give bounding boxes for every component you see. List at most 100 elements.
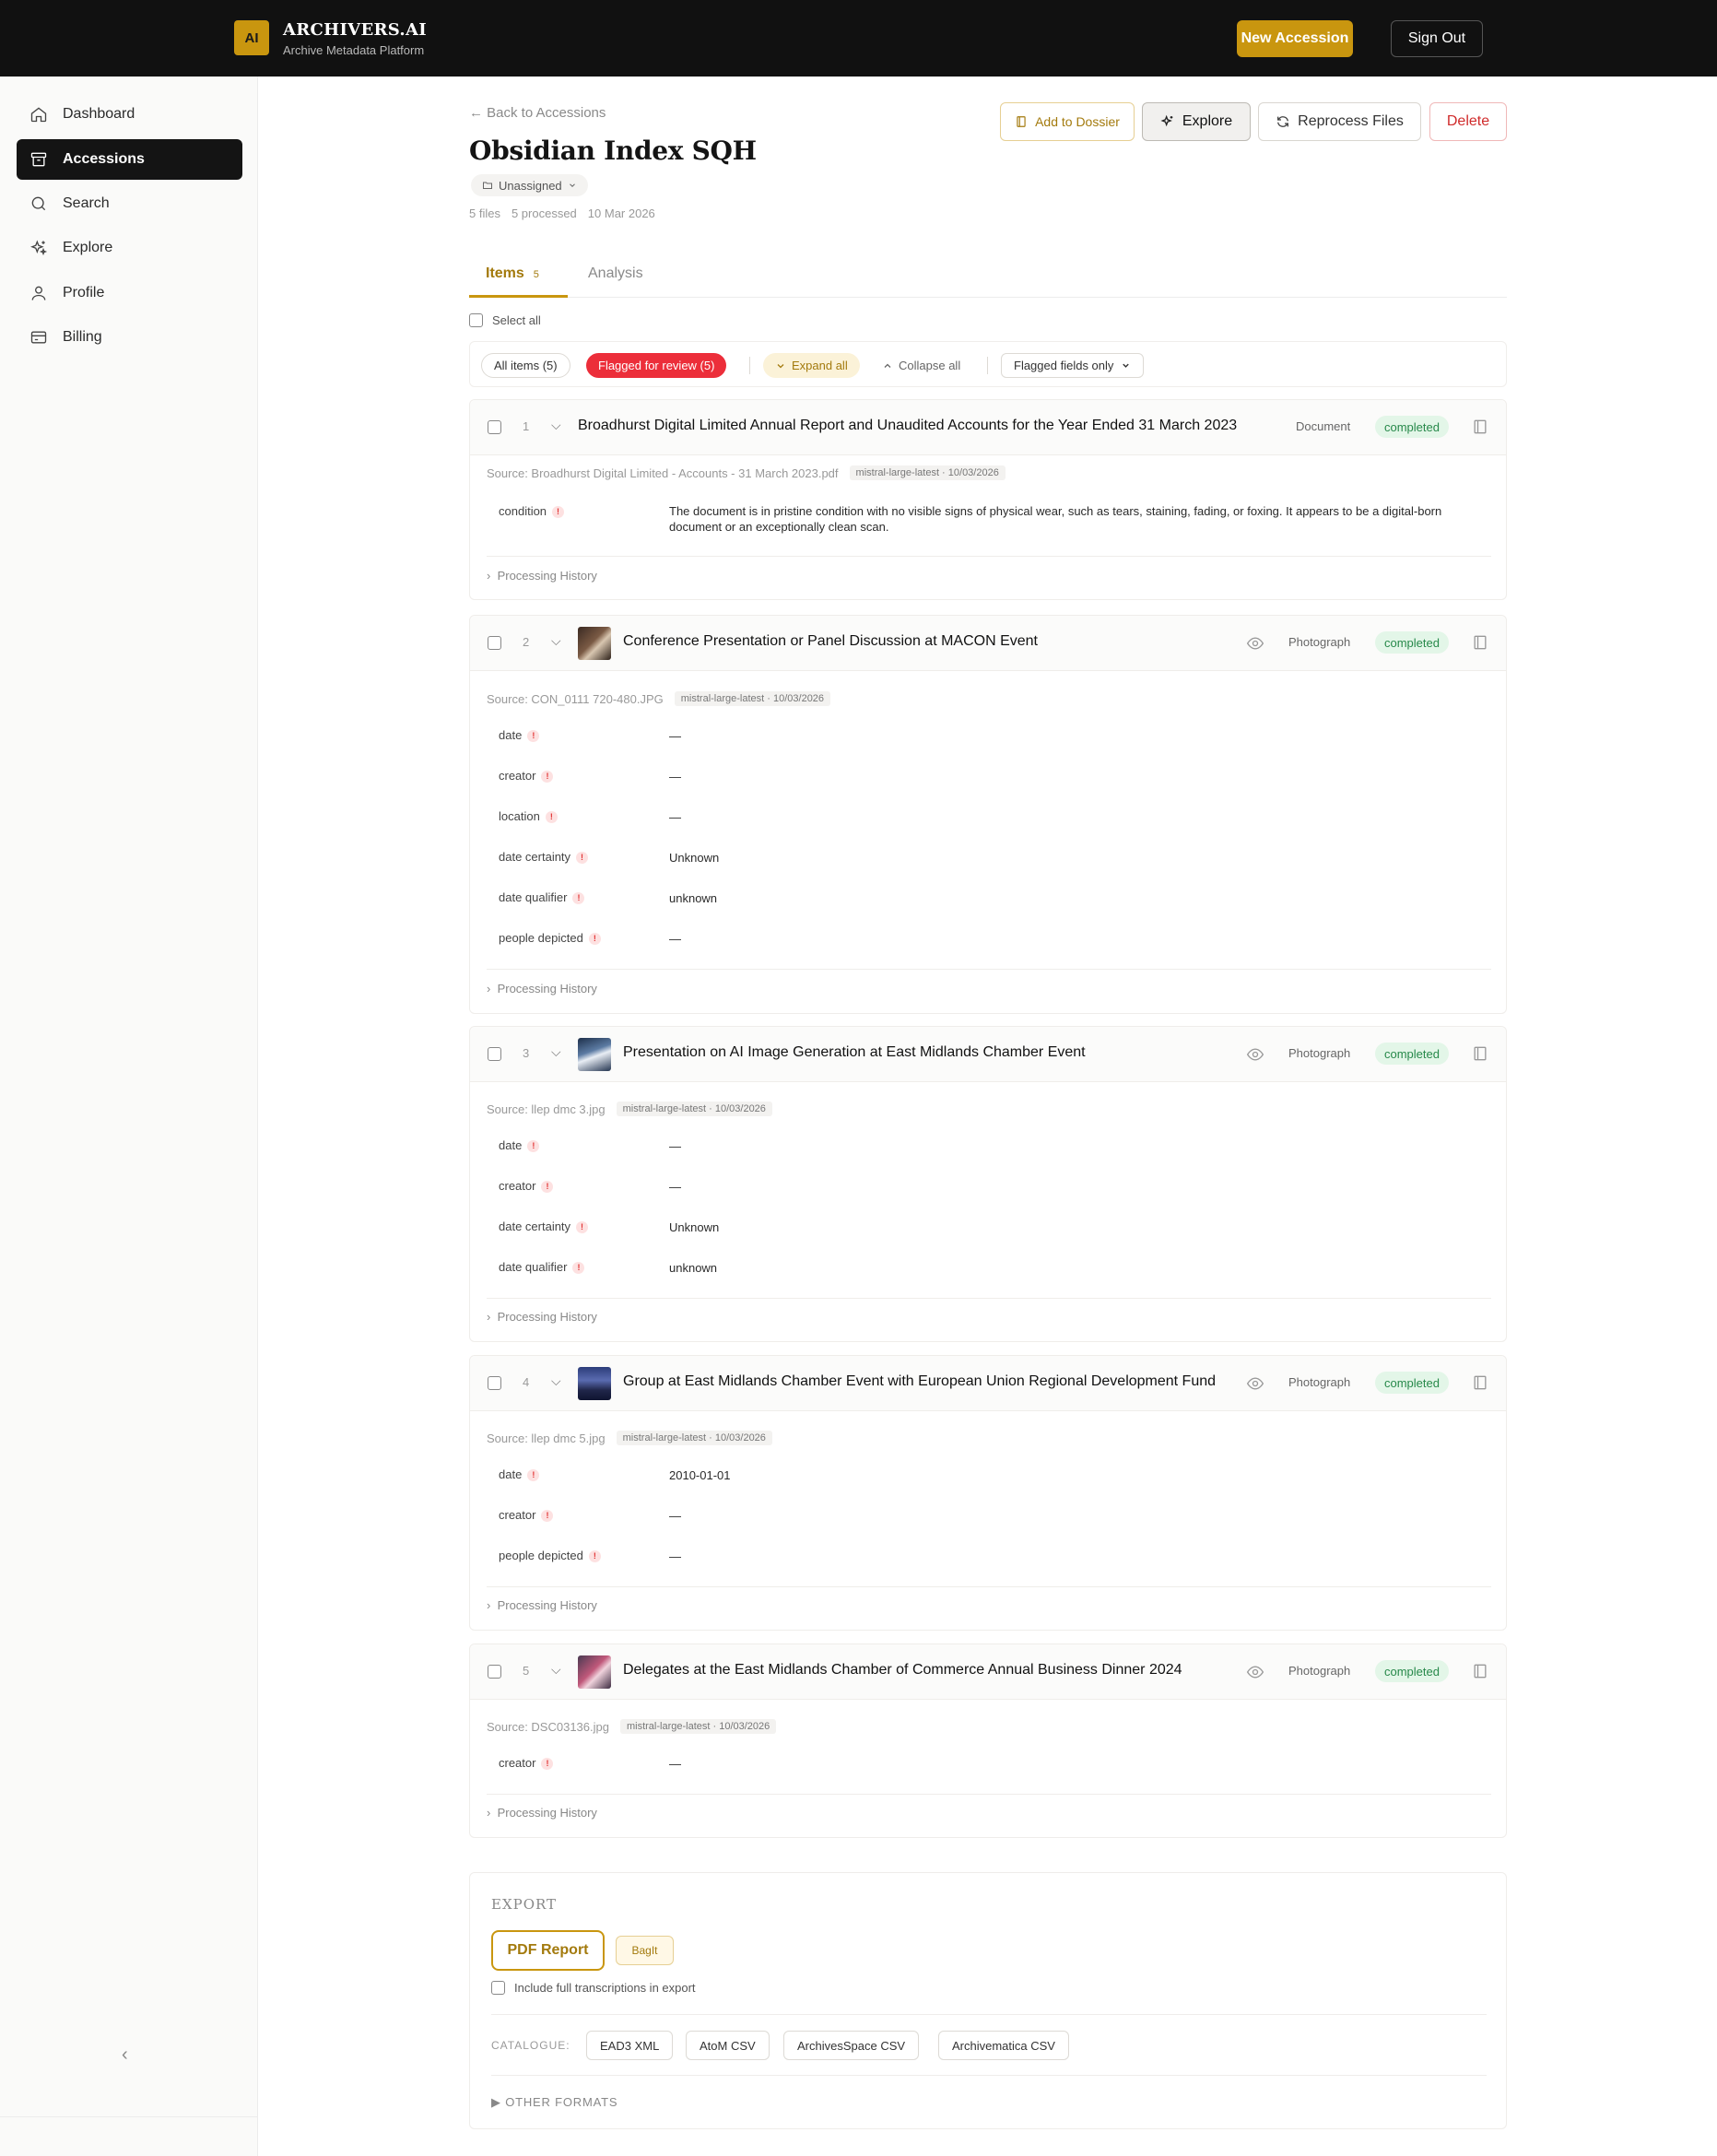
item-thumbnail[interactable] bbox=[578, 1655, 611, 1689]
field-name: creator bbox=[499, 1756, 536, 1770]
sign-out-button[interactable]: Sign Out bbox=[1391, 20, 1483, 57]
sidebar-item-label: Billing bbox=[63, 329, 102, 345]
item-header[interactable]: 1 ⌵ Broadhurst Digital Limited Annual Re… bbox=[470, 400, 1506, 455]
item-card: 4 ⌵ Group at East Midlands Chamber Event… bbox=[469, 1355, 1507, 1631]
back-to-accessions-link[interactable]: ← Back to Accessions bbox=[469, 105, 606, 121]
expand-all-label: Expand all bbox=[792, 359, 848, 372]
book-icon[interactable] bbox=[1471, 1662, 1489, 1680]
field-row: date certainty! bbox=[499, 1219, 589, 1233]
divider bbox=[749, 357, 750, 374]
chevron-down-icon[interactable]: ⌵ bbox=[551, 1044, 561, 1060]
eye-icon[interactable] bbox=[1246, 1663, 1264, 1681]
chevron-down-icon[interactable]: ⌵ bbox=[551, 633, 561, 649]
select-all[interactable]: Select all bbox=[469, 313, 541, 327]
history-label: Processing History bbox=[497, 982, 597, 996]
delete-button[interactable]: Delete bbox=[1429, 102, 1507, 141]
field-name: creator bbox=[499, 1508, 536, 1522]
export-archivesspace-button[interactable]: ArchivesSpace CSV bbox=[783, 2031, 920, 2060]
chevron-down-icon bbox=[777, 363, 784, 368]
tab-items-label: Items bbox=[486, 265, 524, 281]
sidebar-item-accessions[interactable]: Accessions bbox=[17, 139, 242, 180]
sidebar-item-search[interactable]: Search bbox=[17, 183, 242, 224]
field-row: creator! bbox=[499, 769, 554, 783]
field-name: location bbox=[499, 809, 540, 823]
book-icon[interactable] bbox=[1471, 1373, 1489, 1392]
collapse-sidebar-icon[interactable]: ‹ bbox=[122, 2044, 128, 2066]
item-source: Source: Broadhurst Digital Limited - Acc… bbox=[487, 465, 1006, 480]
collapse-all-button[interactable]: Collapse all bbox=[870, 353, 972, 378]
item-checkbox[interactable] bbox=[488, 1665, 501, 1679]
item-header[interactable]: 2 ⌵ Conference Presentation or Panel Dis… bbox=[470, 616, 1506, 671]
include-transcriptions-checkbox[interactable] bbox=[491, 1981, 505, 1995]
divider bbox=[487, 556, 1491, 557]
new-accession-button[interactable]: New Accession bbox=[1237, 20, 1353, 57]
item-title[interactable]: Presentation on AI Image Generation at E… bbox=[623, 1044, 1086, 1061]
divider bbox=[491, 2075, 1487, 2076]
export-title: EXPORT bbox=[491, 1896, 558, 1913]
export-atom-button[interactable]: AtoM CSV bbox=[686, 2031, 770, 2060]
chevron-down-icon[interactable]: ⌵ bbox=[551, 418, 561, 433]
item-header[interactable]: 4 ⌵ Group at East Midlands Chamber Event… bbox=[470, 1356, 1506, 1411]
item-thumbnail[interactable] bbox=[578, 1038, 611, 1071]
file-count: 5 files bbox=[469, 206, 500, 220]
field-row: condition! bbox=[499, 504, 565, 518]
tab-analysis[interactable]: Analysis bbox=[588, 265, 643, 282]
item-title[interactable]: Group at East Midlands Chamber Event wit… bbox=[623, 1373, 1216, 1390]
processing-history-toggle[interactable]: › Processing History bbox=[487, 1310, 597, 1324]
export-ead3-button[interactable]: EAD3 XML bbox=[586, 2031, 674, 2060]
other-formats-toggle[interactable]: ▶ OTHER FORMATS bbox=[491, 2095, 617, 2110]
divider bbox=[487, 1794, 1491, 1795]
explore-button[interactable]: Explore bbox=[1142, 102, 1251, 141]
filter-all-items[interactable]: All items (5) bbox=[481, 353, 570, 378]
field-filter-select[interactable]: Flagged fields only bbox=[1001, 353, 1145, 378]
pdf-report-button[interactable]: PDF Report bbox=[491, 1930, 605, 1971]
processing-history-toggle[interactable]: › Processing History bbox=[487, 1806, 597, 1820]
item-title[interactable]: Delegates at the East Midlands Chamber o… bbox=[623, 1662, 1182, 1679]
item-header[interactable]: 5 ⌵ Delegates at the East Midlands Chamb… bbox=[470, 1644, 1506, 1700]
book-icon[interactable] bbox=[1471, 633, 1489, 652]
item-title[interactable]: Conference Presentation or Panel Discuss… bbox=[623, 633, 1038, 650]
assignment-dropdown[interactable]: Unassigned bbox=[471, 174, 588, 196]
field-row: date qualifier! bbox=[499, 1260, 585, 1274]
chevron-down-icon[interactable]: ⌵ bbox=[551, 1662, 561, 1678]
sidebar-item-label: Search bbox=[63, 195, 110, 211]
book-icon[interactable] bbox=[1471, 418, 1489, 436]
flag-icon: ! bbox=[588, 933, 601, 945]
export-archivematica-button[interactable]: Archivematica CSV bbox=[938, 2031, 1069, 2060]
filter-flagged[interactable]: Flagged for review (5) bbox=[586, 353, 727, 378]
item-checkbox[interactable] bbox=[488, 420, 501, 434]
eye-icon[interactable] bbox=[1246, 1374, 1264, 1393]
item-source: Source: llep dmc 5.jpg mistral-large-lat… bbox=[487, 1431, 772, 1445]
item-thumbnail[interactable] bbox=[578, 627, 611, 660]
add-to-dossier-button[interactable]: Add to Dossier bbox=[1000, 102, 1135, 141]
field-value: — bbox=[669, 1139, 681, 1153]
eye-icon[interactable] bbox=[1246, 634, 1264, 653]
status-badge: completed bbox=[1375, 1372, 1449, 1394]
chevron-down-icon[interactable]: ⌵ bbox=[551, 1373, 561, 1389]
item-header[interactable]: 3 ⌵ Presentation on AI Image Generation … bbox=[470, 1027, 1506, 1082]
processing-history-toggle[interactable]: › Processing History bbox=[487, 569, 597, 583]
eye-icon[interactable] bbox=[1246, 1045, 1264, 1064]
catalogue-label: CATALOGUE: bbox=[491, 2039, 570, 2052]
sidebar-item-billing[interactable]: Billing bbox=[17, 317, 242, 358]
reprocess-files-button[interactable]: Reprocess Files bbox=[1258, 102, 1421, 141]
book-icon[interactable] bbox=[1471, 1044, 1489, 1063]
item-checkbox[interactable] bbox=[488, 1376, 501, 1390]
processing-history-toggle[interactable]: › Processing History bbox=[487, 1598, 597, 1612]
sidebar-item-explore[interactable]: Explore bbox=[17, 228, 242, 268]
select-all-checkbox[interactable] bbox=[469, 313, 483, 327]
page-title: Obsidian Index SQH bbox=[469, 135, 757, 166]
accession-meta: 5 files 5 processed 10 Mar 2026 bbox=[469, 206, 655, 220]
sidebar-item-dashboard[interactable]: Dashboard bbox=[17, 94, 242, 135]
tab-items[interactable]: Items 5 bbox=[486, 265, 539, 282]
item-thumbnail[interactable] bbox=[578, 1367, 611, 1400]
expand-all-button[interactable]: Expand all bbox=[763, 353, 860, 378]
processing-history-toggle[interactable]: › Processing History bbox=[487, 982, 597, 996]
item-title[interactable]: Broadhurst Digital Limited Annual Report… bbox=[578, 418, 1237, 434]
item-checkbox[interactable] bbox=[488, 636, 501, 650]
bagit-button[interactable]: BagIt bbox=[616, 1936, 674, 1965]
include-transcriptions[interactable]: Include full transcriptions in export bbox=[491, 1981, 696, 1995]
item-checkbox[interactable] bbox=[488, 1047, 501, 1061]
sidebar-item-profile[interactable]: Profile bbox=[17, 273, 242, 313]
field-row: date! bbox=[499, 1467, 540, 1481]
